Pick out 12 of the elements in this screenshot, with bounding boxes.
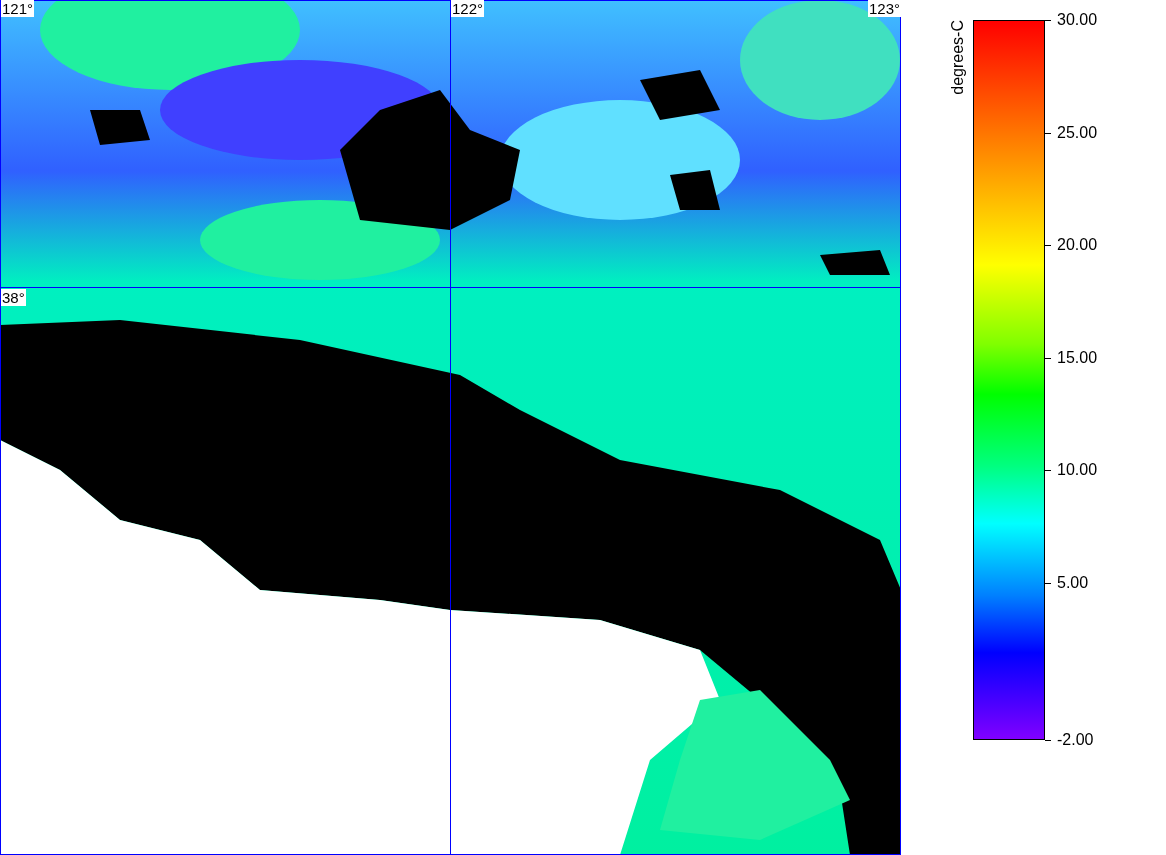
tick-label: 5.00 [1057,573,1089,592]
latitude-label: 38° [1,289,26,306]
tick-label: 30.00 [1057,11,1098,29]
tick-label: -2.00 [1057,731,1094,749]
tick-label: 20.00 [1057,236,1098,254]
longitude-label: 123° [867,0,901,17]
tick-label: 15.00 [1057,348,1098,367]
tick-label: 10.00 [1057,461,1098,479]
longitude-label: 122° [451,0,485,17]
longitude-label: 121° [1,0,35,17]
legend-title: degrees-C [949,20,967,95]
tick-label: 25.00 [1057,123,1098,142]
